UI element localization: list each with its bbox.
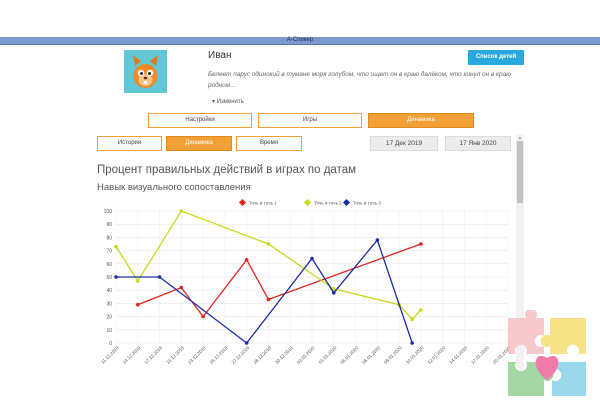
- x-tick-label: 30.12.2019: [274, 345, 294, 365]
- x-tick-label: 27.12.2019: [231, 345, 251, 365]
- line-chart: Точь в точь 1 Точь в точь 2 Точь в точь 3 …: [100, 198, 510, 365]
- puzzle-heart-logo-icon: [508, 310, 586, 396]
- data-point: [419, 242, 423, 246]
- x-tick-label: 26.12.2019: [209, 345, 229, 365]
- y-tick-label: 30: [106, 301, 112, 307]
- x-tick-label: 14.12.2019: [122, 345, 142, 365]
- chart-subtitle: Навык визуального сопоставления: [97, 182, 251, 193]
- legend-label: Точь в точь 1: [249, 201, 277, 206]
- y-axis: 0 10 20 30 40 50 60 70 80 90 100: [104, 209, 113, 347]
- x-axis: 11.12.2019 14.12.2019 17.12.2019 21.12.2019…: [100, 345, 510, 365]
- chart-title: Процент правильных действий в играх по д…: [97, 164, 357, 176]
- data-point: [244, 341, 249, 345]
- window-titlebar: А-Спикер: [0, 37, 600, 45]
- legend-label: Точь в точь 2: [314, 201, 342, 206]
- subtab-dynamics[interactable]: Динамика: [166, 136, 232, 151]
- x-tick-label: 12.01.2020: [427, 345, 447, 365]
- data-point: [114, 244, 118, 249]
- y-tick-label: 10: [106, 328, 112, 334]
- y-tick-label: 70: [106, 249, 112, 255]
- edit-profile-link[interactable]: ▾ Изменить: [212, 98, 244, 105]
- y-tick-label: 100: [104, 209, 113, 215]
- y-tick-label: 50: [106, 275, 112, 281]
- date-from-field[interactable]: 17 Дек 2019: [370, 136, 438, 151]
- y-tick-label: 80: [106, 235, 112, 241]
- data-point: [201, 314, 205, 319]
- tab-dynamics[interactable]: Динамика: [368, 113, 474, 128]
- data-point: [135, 279, 140, 283]
- x-tick-label: 28.12.2019: [252, 345, 272, 365]
- legend-marker: [238, 198, 247, 207]
- data-point: [266, 242, 271, 246]
- series-line: [137, 243, 422, 318]
- y-tick-label: 0: [109, 341, 112, 347]
- data-point: [331, 291, 336, 295]
- series-1: [135, 242, 423, 319]
- x-tick-label: 17.12.2019: [143, 345, 163, 365]
- data-point: [266, 297, 271, 302]
- user-name: Иван: [208, 50, 232, 61]
- y-tick-label: 90: [106, 222, 112, 228]
- date-to-field[interactable]: 17 Янв 2020: [445, 136, 511, 151]
- children-list-button[interactable]: Список детей: [468, 50, 524, 65]
- y-tick-label: 60: [106, 262, 112, 268]
- x-tick-label: 10.01.2020: [405, 345, 425, 365]
- data-point: [135, 302, 140, 307]
- data-point: [244, 258, 249, 262]
- y-tick-label: 20: [106, 315, 112, 321]
- x-tick-label: 17.01.2020: [470, 345, 490, 365]
- legend-label: Точь в точь 3: [353, 201, 381, 206]
- data-point: [375, 238, 380, 242]
- chart-grid: [115, 210, 509, 344]
- edit-label: Изменить: [216, 99, 244, 105]
- x-tick-label: 08.01.2020: [361, 345, 381, 365]
- x-tick-label: 14.01.2020: [448, 345, 468, 365]
- data-point: [410, 317, 414, 322]
- data-point: [419, 308, 423, 312]
- legend-marker: [303, 198, 312, 207]
- x-tick-label: 02.01.2020: [296, 345, 316, 365]
- x-tick-label: 06.01.2020: [339, 345, 359, 365]
- legend-marker: [342, 198, 351, 207]
- scrollbar-thumb[interactable]: [517, 141, 523, 203]
- window-title: А-Спикер: [286, 37, 314, 43]
- x-tick-label: 11.12.2019: [100, 345, 120, 365]
- chart-legend: Точь в точь 1 Точь в точь 2 Точь в точь 3: [238, 198, 381, 207]
- data-point: [179, 209, 184, 213]
- tab-settings[interactable]: Настройки: [148, 113, 252, 128]
- x-tick-label: 23.12.2019: [187, 345, 207, 365]
- subtab-time[interactable]: Время: [236, 136, 302, 151]
- data-point: [179, 285, 184, 290]
- data-point: [410, 341, 414, 345]
- data-point: [310, 256, 314, 261]
- subtab-history[interactable]: История: [97, 136, 162, 151]
- app-window: А-Спикер Иван Белеет парус одинокий в ту…: [0, 0, 600, 410]
- x-tick-label: 03.01.2020: [318, 345, 338, 365]
- avatar[interactable]: [124, 50, 167, 93]
- data-point: [114, 275, 118, 279]
- y-tick-label: 40: [106, 288, 112, 294]
- x-tick-label: 09.01.2020: [383, 345, 403, 365]
- x-tick-label: 21.12.2019: [165, 345, 185, 365]
- data-point: [157, 275, 162, 279]
- squirrel-avatar-icon: [124, 50, 167, 93]
- user-description: Белеет парус одинокий в тумане моря голу…: [208, 71, 511, 89]
- tab-games[interactable]: Игры: [258, 113, 362, 128]
